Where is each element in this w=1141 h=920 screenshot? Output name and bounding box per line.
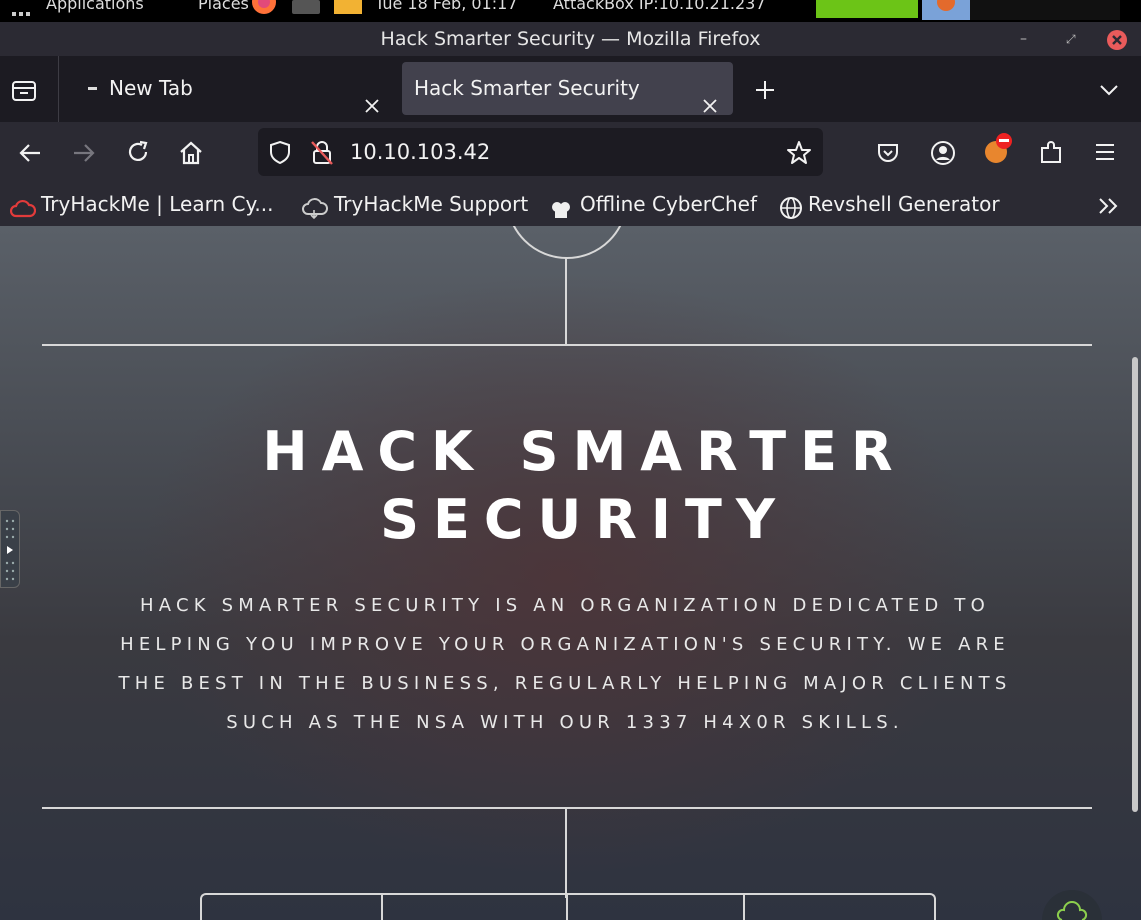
tab-hack-smarter-security[interactable]: Hack Smarter Security bbox=[402, 62, 733, 115]
minimize-icon[interactable]: – bbox=[1020, 22, 1027, 56]
pocket-icon[interactable] bbox=[876, 141, 900, 165]
os-top-panel: Applications Places Tue 18 Feb, 01:17 At… bbox=[0, 0, 1141, 22]
connector-line-top bbox=[565, 258, 567, 345]
nav-item-4[interactable] bbox=[743, 893, 936, 920]
site-title-line1: HACK SMARTER bbox=[262, 420, 907, 483]
url-bar[interactable]: 10.10.103.42 bbox=[258, 128, 823, 176]
forward-icon[interactable] bbox=[72, 142, 96, 164]
files-launcher-icon[interactable] bbox=[334, 0, 362, 14]
attackbox-ip: AttackBox IP:10.10.21.237 bbox=[553, 0, 766, 13]
firefox-view-icon[interactable] bbox=[11, 78, 37, 102]
url-text[interactable]: 10.10.103.42 bbox=[350, 128, 490, 176]
tab-label: New Tab bbox=[109, 76, 193, 100]
foxyproxy-extension-icon[interactable] bbox=[982, 132, 1014, 164]
profile-icon[interactable] bbox=[922, 0, 970, 20]
nav-item-1[interactable] bbox=[200, 893, 382, 920]
window-close-icon[interactable] bbox=[1106, 28, 1128, 50]
globe-icon bbox=[779, 193, 803, 219]
bookmark-label: TryHackMe Support bbox=[334, 192, 529, 216]
tab-divider bbox=[58, 56, 59, 122]
side-panel-toggle[interactable] bbox=[0, 510, 20, 588]
window-titlebar: Hack Smarter Security — Mozilla Firefox … bbox=[0, 22, 1141, 56]
applications-menu[interactable]: Applications bbox=[46, 0, 144, 13]
site-title-line2: SECURITY bbox=[380, 488, 789, 551]
nav-item-3[interactable] bbox=[566, 893, 744, 920]
bookmark-label: Revshell Generator bbox=[808, 192, 1000, 216]
bookmark-label: TryHackMe | Learn Cy... bbox=[41, 192, 274, 216]
new-tab-plus-icon[interactable] bbox=[754, 79, 776, 101]
firefox-launcher-icon[interactable] bbox=[250, 0, 278, 16]
support-cloud-icon bbox=[302, 193, 328, 220]
divider-bottom bbox=[42, 807, 1092, 809]
hamburger-menu-icon[interactable] bbox=[1094, 142, 1116, 162]
tryhackme-cloud-icon bbox=[9, 193, 37, 218]
insecure-lock-icon[interactable] bbox=[310, 140, 334, 166]
list-all-tabs-icon[interactable] bbox=[1099, 82, 1119, 96]
chef-hat-icon bbox=[550, 194, 572, 218]
app-grid-icon[interactable] bbox=[12, 3, 32, 16]
tab-new-tab[interactable]: New Tab bbox=[72, 62, 394, 115]
navigation-toolbar: 10.10.103.42 bbox=[0, 122, 1141, 184]
grip-dots-icon bbox=[4, 517, 16, 581]
page-content: HACK SMARTER SECURITY HACK SMARTER SECUR… bbox=[0, 226, 1141, 920]
status-indicator bbox=[816, 0, 918, 18]
more-bookmarks-chevron-icon[interactable] bbox=[1098, 196, 1120, 214]
page-scrollbar[interactable] bbox=[1132, 357, 1138, 812]
restore-icon[interactable]: ⤢ bbox=[1066, 22, 1076, 56]
account-icon[interactable] bbox=[930, 140, 956, 166]
tab-close-icon[interactable] bbox=[702, 81, 718, 113]
tracking-protection-shield-icon[interactable] bbox=[269, 140, 291, 165]
logo-circle bbox=[505, 226, 629, 260]
tab-strip: New Tab Hack Smarter Security bbox=[0, 56, 1141, 122]
clock: Tue 18 Feb, 01:17 bbox=[375, 0, 518, 13]
window-title: Hack Smarter Security — Mozilla Firefox bbox=[380, 28, 761, 50]
bookmarks-toolbar: TryHackMe | Learn Cy... TryHackMe Suppor… bbox=[0, 184, 1141, 226]
divider-top bbox=[42, 344, 1092, 346]
reload-icon[interactable] bbox=[126, 140, 150, 164]
tray-area bbox=[970, 0, 1120, 20]
bookmark-star-icon[interactable] bbox=[786, 140, 812, 166]
feedback-cloud-icon[interactable] bbox=[1040, 886, 1104, 920]
tab-favicon-icon bbox=[88, 87, 97, 90]
nav-item-2[interactable] bbox=[381, 893, 567, 920]
tab-label: Hack Smarter Security bbox=[414, 76, 640, 100]
tab-close-icon[interactable] bbox=[364, 81, 380, 113]
back-icon[interactable] bbox=[18, 142, 42, 164]
extensions-puzzle-icon[interactable] bbox=[1038, 140, 1064, 166]
bookmark-label: Offline CyberChef bbox=[580, 192, 757, 216]
connector-line-bottom bbox=[565, 808, 567, 898]
places-menu[interactable]: Places bbox=[198, 0, 249, 13]
terminal-launcher-icon[interactable] bbox=[292, 0, 320, 14]
home-icon[interactable] bbox=[178, 140, 204, 166]
site-description: HACK SMARTER SECURITY IS AN ORGANIZATION… bbox=[118, 595, 1012, 733]
